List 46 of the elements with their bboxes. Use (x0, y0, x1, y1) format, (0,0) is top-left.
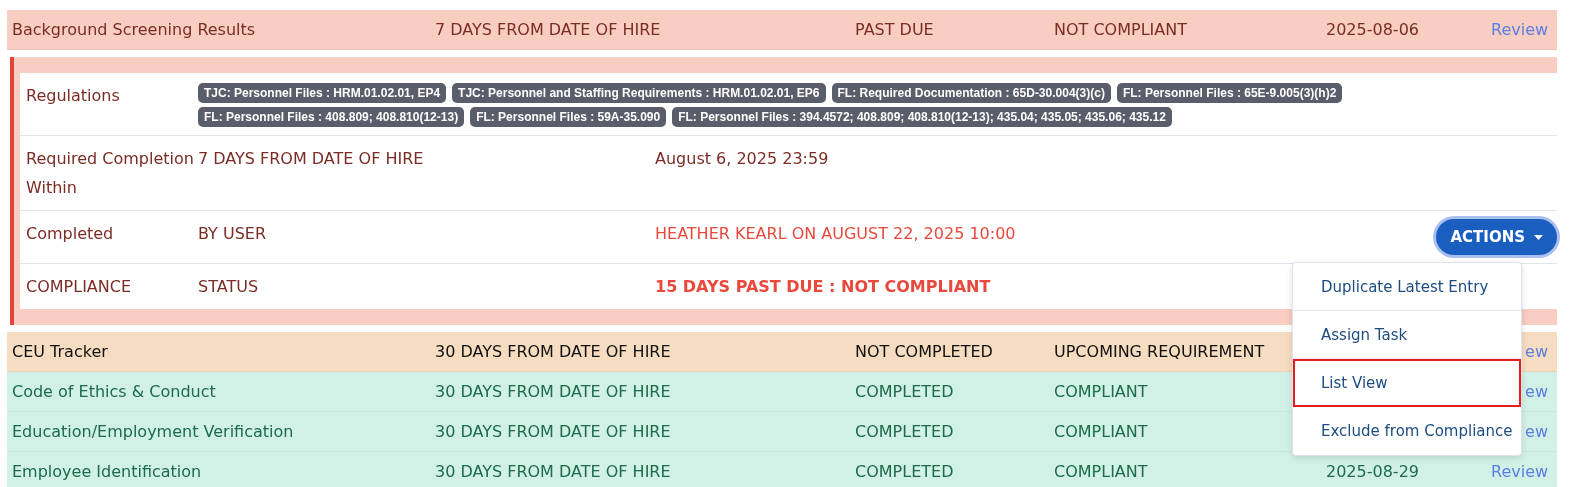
actions-button[interactable]: ACTIONS (1436, 219, 1557, 255)
due-text: 7 DAYS FROM DATE OF HIRE (435, 20, 662, 39)
regulation-badge: FL: Required Documentation : 65D-30.004(3)(c) (831, 83, 1111, 103)
compliance-label: COMPLIANCE (26, 276, 133, 298)
compliance-value: STATUS (198, 276, 260, 298)
compliance-text: COMPLIANT (1054, 422, 1149, 441)
status-text: COMPLETED (855, 462, 955, 481)
deadline-text: August 6, 2025 23:59 (655, 148, 829, 170)
due-text: 30 DAYS FROM DATE OF HIRE (435, 382, 672, 401)
status-text: COMPLETED (855, 382, 955, 401)
regulation-badge: TJC: Personnel and Staffing Requirements : HRM.01.02.01, EP6 (452, 83, 826, 103)
menu-item[interactable]: Exclude from Compliance (1293, 407, 1521, 455)
date-text: 2025-08-29 (1326, 462, 1420, 481)
status-text: PAST DUE (855, 20, 935, 39)
required-value: 7 DAYS FROM DATE OF HIRE (198, 148, 425, 170)
required-label: Required Completion Within (26, 148, 195, 199)
caret-icon (1534, 234, 1543, 240)
regulation-badge: FL: Personnel Files : 59A-35.090 (470, 107, 667, 127)
menu-item[interactable]: Duplicate Latest Entry (1293, 263, 1521, 311)
due-text: 30 DAYS FROM DATE OF HIRE (435, 422, 672, 441)
compliance-result: 15 DAYS PAST DUE : NOT COMPLIANT (655, 276, 991, 298)
requirement-name: Education/Employment Verification (12, 422, 295, 441)
requirement-name: Employee Identification (12, 462, 203, 481)
regulation-badge: FL: Personnel Files : 408.809; 408.810(12-13) (198, 107, 465, 127)
regulation-badge: FL: Personnel Files : 394.4572; 408.809; 408.810(12-13); 435.04; 435.05; 435.06; 435.12 (672, 107, 1172, 127)
compliance-text: COMPLIANT (1054, 462, 1149, 481)
completed-value: BY USER (198, 223, 268, 245)
regulation-badge: FL: Personnel Files : 65E-9.005(3)(h)2 (1116, 83, 1343, 103)
completed-label: Completed (26, 223, 115, 245)
requirement-name: CEU Tracker (12, 342, 109, 361)
status-text: COMPLETED (855, 422, 955, 441)
menu-item[interactable]: Assign Task (1293, 311, 1521, 359)
regulation-badge: TJC: Personnel Files : HRM.01.02.01, EP4 (198, 83, 447, 103)
date-text: 2025-08-06 (1326, 20, 1420, 39)
compliance-text: UPCOMING REQUIREMENT (1054, 342, 1266, 361)
completed-by-text: HEATHER KEARL ON AUGUST 22, 2025 10:00 (655, 223, 1016, 245)
due-text: 30 DAYS FROM DATE OF HIRE (435, 462, 672, 481)
review-link[interactable]: Review (1491, 462, 1558, 481)
requirement-name: Background Screening Results (12, 20, 257, 39)
compliance-text: NOT COMPLIANT (1054, 20, 1188, 39)
menu-item[interactable]: List View (1293, 359, 1521, 407)
due-text: 30 DAYS FROM DATE OF HIRE (435, 342, 672, 361)
status-text: NOT COMPLETED (855, 342, 994, 361)
compliance-text: COMPLIANT (1054, 382, 1149, 401)
regulations-label: Regulations (26, 85, 121, 107)
requirement-name: Code of Ethics & Conduct (12, 382, 217, 401)
